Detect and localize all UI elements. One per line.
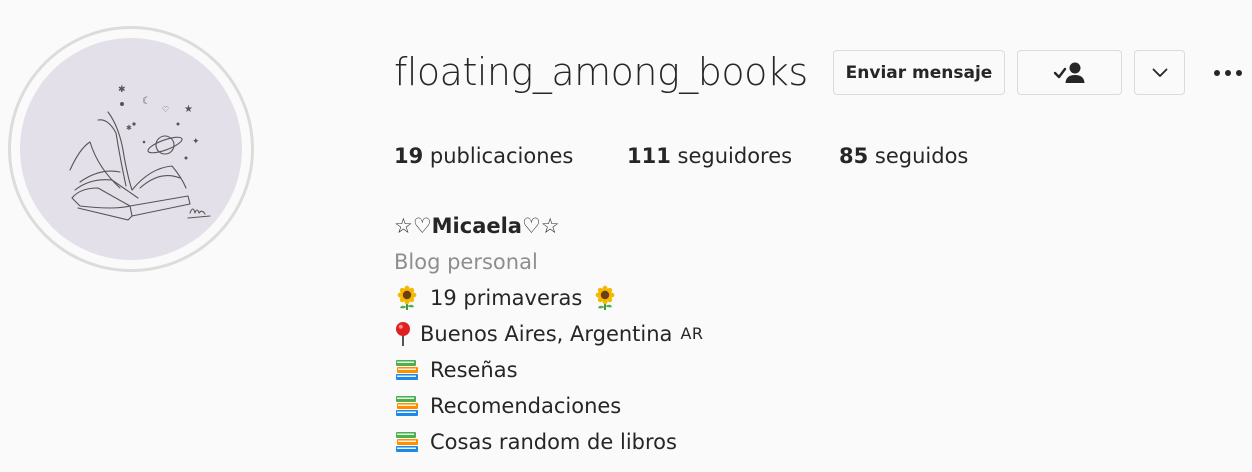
user-check-icon: [1053, 62, 1084, 83]
stat-followers[interactable]: 111 seguidores: [627, 144, 792, 168]
sunflower-icon: [595, 285, 615, 310]
stat-following[interactable]: 85 seguidos: [839, 144, 968, 168]
following-count: 85: [839, 144, 869, 168]
sunflower-icon: [397, 285, 417, 310]
chevron-down-icon: [1152, 68, 1167, 77]
svg-text:☾: ☾: [142, 96, 151, 107]
suggested-accounts-dropdown[interactable]: [1134, 50, 1185, 95]
bio-random-text: Cosas random de libros: [430, 430, 677, 454]
bio-line-recommendations: Recomendaciones: [394, 388, 704, 424]
profile-category: Blog personal: [394, 250, 538, 274]
bio-recommendations-text: Recomendaciones: [430, 394, 622, 418]
stat-posts: 19 publicaciones: [394, 144, 573, 168]
followers-count: 111: [627, 144, 671, 168]
svg-text:✦: ✦: [192, 137, 200, 147]
bio-line-age: 19 primaveras: [394, 280, 704, 316]
argentina-flag-icon: AR: [680, 324, 704, 343]
bio-line-location: Buenos Aires, Argentina AR: [394, 316, 704, 352]
more-horizontal-icon-dot: [1236, 70, 1242, 76]
profile-display-name: ☆♡Micaela♡☆: [394, 214, 560, 238]
bio-reviews-text: Reseñas: [430, 358, 518, 382]
followers-label: seguidores: [677, 144, 793, 168]
svg-text:♡: ♡: [162, 105, 169, 114]
bio-line-reviews: Reseñas: [394, 352, 704, 388]
bio-age-text: 19 primaveras: [430, 286, 583, 310]
following-button[interactable]: [1017, 50, 1122, 95]
profile-bio: ☆♡Micaela♡☆ Blog personal 19 primaveras: [394, 208, 704, 460]
profile-username: floating_among_books: [394, 50, 808, 94]
books-icon: [396, 360, 418, 380]
posts-label: publicaciones: [429, 144, 574, 168]
bio-line-random: Cosas random de libros: [394, 424, 704, 460]
svg-text:★: ★: [184, 104, 193, 115]
send-message-button[interactable]: Enviar mensaje: [833, 50, 1005, 95]
books-icon: [396, 432, 418, 452]
more-options-button[interactable]: [1208, 58, 1248, 88]
bio-location-text: Buenos Aires, Argentina: [420, 322, 673, 346]
books-icon: [396, 396, 418, 416]
round-pushpin-icon: [396, 322, 410, 346]
posts-count: 19: [394, 144, 424, 168]
profile-avatar-ring[interactable]: ✱ ☾ ♡ ★ ✱ ✦: [8, 26, 254, 272]
svg-text:✱: ✱: [126, 124, 132, 132]
open-book-illustration: ✱ ☾ ♡ ★ ✱ ✦: [69, 85, 211, 221]
more-horizontal-icon-dot: [1214, 70, 1220, 76]
svg-text:✱: ✱: [118, 85, 126, 95]
following-label: seguidos: [874, 144, 969, 168]
avatar: ✱ ☾ ♡ ★ ✱ ✦: [20, 38, 242, 260]
more-horizontal-icon-dot: [1225, 70, 1231, 76]
